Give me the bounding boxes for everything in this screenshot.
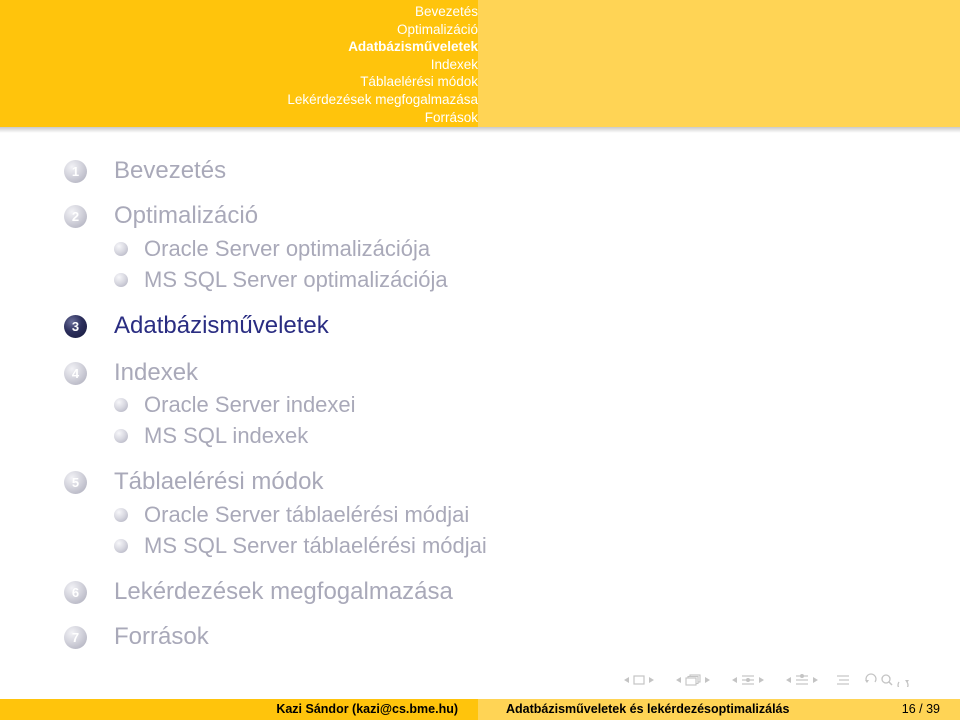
section-number-badge: 2 <box>64 204 87 228</box>
subsection-title: MS SQL Server optimalizációja <box>144 267 448 292</box>
footline: Kazi Sándor (kazi@cs.bme.hu) Adatbázismű… <box>0 699 960 720</box>
search-icon <box>865 673 909 687</box>
next-section-icon[interactable] <box>813 677 818 683</box>
section-nav[interactable] <box>782 674 822 686</box>
toc-section-5[interactable]: 5 Táblaelérési módok <box>64 466 323 498</box>
bullet-icon <box>114 273 128 287</box>
slide-nav-icon <box>633 675 645 685</box>
section-title: Optimalizáció <box>114 202 259 229</box>
frame-nav-icon <box>685 674 701 686</box>
previous-frame-icon[interactable] <box>676 677 681 683</box>
section-title: Források <box>114 623 209 650</box>
slide-nav[interactable] <box>620 675 658 685</box>
bullet-icon <box>114 429 128 443</box>
subsection-title: Oracle Server táblaelérési módjai <box>144 502 470 527</box>
section-number-badge: 7 <box>64 625 87 649</box>
toc-section-7[interactable]: 7 Források <box>64 621 209 653</box>
toc-section-4[interactable]: 4 Indexek <box>64 357 198 389</box>
toc-section-1[interactable]: 1 Bevezetés <box>64 155 226 187</box>
toc-subsection-5-2[interactable]: MS SQL Server táblaelérési módjai <box>114 531 487 561</box>
section-title: Bevezetés <box>114 157 227 184</box>
toc-subsection-5-1[interactable]: Oracle Server táblaelérési módjai <box>114 500 469 530</box>
search-nav[interactable] <box>864 673 910 687</box>
bullet-icon <box>114 242 128 256</box>
subsection-nav-icon <box>742 675 754 685</box>
footer-author: Kazi Sándor (kazi@cs.bme.hu) <box>0 699 478 720</box>
next-slide-icon[interactable] <box>649 677 654 683</box>
toc-subsection-4-1[interactable]: Oracle Server indexei <box>114 390 356 420</box>
toc-subsection-4-2[interactable]: MS SQL indexek <box>114 421 308 451</box>
navigation-symbols <box>620 668 950 692</box>
outline-nav[interactable] <box>836 674 850 686</box>
bullet-icon <box>114 398 128 412</box>
subsection-title: MS SQL indexek <box>144 423 309 448</box>
bullet-icon <box>114 508 128 522</box>
table-of-contents: 1 Bevezetés 2 Optimalizáció Oracle Serve… <box>0 0 960 660</box>
footer-title: Adatbázisműveletek és lekérdezésoptimali… <box>506 702 790 716</box>
previous-section-icon[interactable] <box>786 677 791 683</box>
subsection-title: Oracle Server indexei <box>144 392 356 417</box>
toc-subsection-2-1[interactable]: Oracle Server optimalizációja <box>114 234 430 264</box>
section-number-badge: 4 <box>64 361 87 385</box>
section-number-badge: 6 <box>64 580 87 604</box>
section-title: Adatbázisműveletek <box>114 312 329 339</box>
bullet-icon <box>114 539 128 553</box>
previous-subsection-icon[interactable] <box>732 677 737 683</box>
subsection-title: Oracle Server optimalizációja <box>144 236 431 261</box>
toc-section-3-current[interactable]: 3 Adatbázisműveletek <box>64 310 329 342</box>
next-frame-icon[interactable] <box>705 677 710 683</box>
section-title: Lekérdezések megfogalmazása <box>114 578 453 605</box>
outline-icon <box>837 675 849 685</box>
section-title: Indexek <box>114 359 199 386</box>
page-number: 16 / 39 <box>901 702 940 716</box>
next-subsection-icon[interactable] <box>759 677 764 683</box>
section-nav-icon <box>796 674 808 685</box>
section-title: Táblaelérési módok <box>114 468 324 495</box>
frame-nav[interactable] <box>672 674 714 686</box>
previous-slide-icon[interactable] <box>624 677 629 683</box>
toc-section-6[interactable]: 6 Lekérdezések megfogalmazása <box>64 576 453 608</box>
toc-section-2[interactable]: 2 Optimalizáció <box>64 200 258 232</box>
subsection-title: MS SQL Server táblaelérési módjai <box>144 533 487 558</box>
toc-subsection-2-2[interactable]: MS SQL Server optimalizációja <box>114 265 448 295</box>
section-number-badge: 5 <box>64 470 87 494</box>
section-number-badge: 3 <box>64 314 87 338</box>
subsection-nav[interactable] <box>728 674 768 686</box>
section-number-badge: 1 <box>64 159 87 183</box>
footer-title-panel: Adatbázisműveletek és lekérdezésoptimali… <box>478 699 960 720</box>
